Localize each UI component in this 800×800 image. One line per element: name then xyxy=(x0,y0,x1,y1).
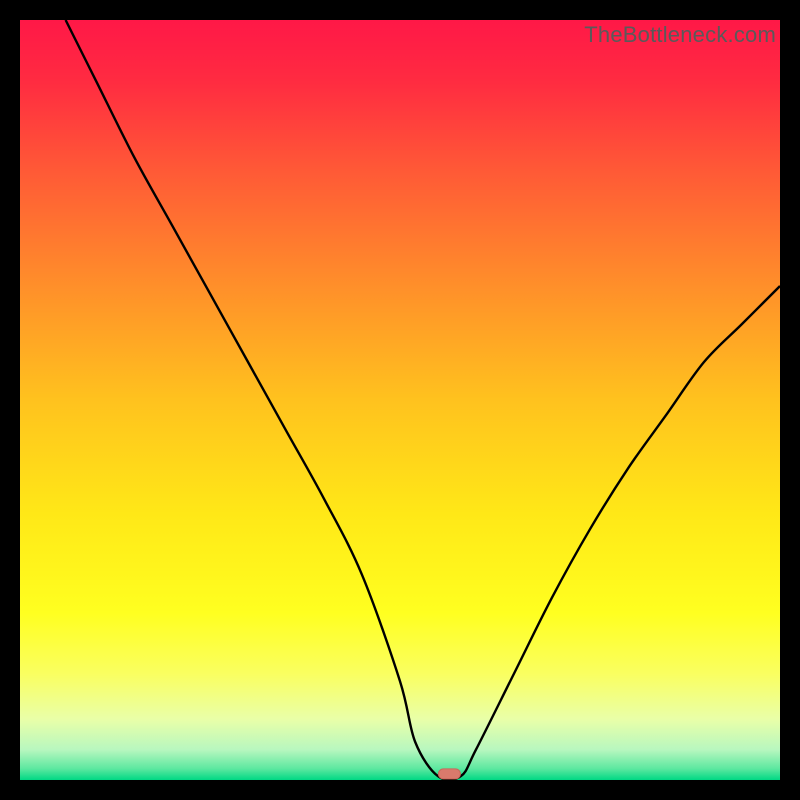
chart-frame: TheBottleneck.com xyxy=(20,20,780,780)
gradient-background xyxy=(20,20,780,780)
watermark-text: TheBottleneck.com xyxy=(584,22,776,48)
optimal-point-marker xyxy=(438,769,460,779)
bottleneck-chart xyxy=(20,20,780,780)
